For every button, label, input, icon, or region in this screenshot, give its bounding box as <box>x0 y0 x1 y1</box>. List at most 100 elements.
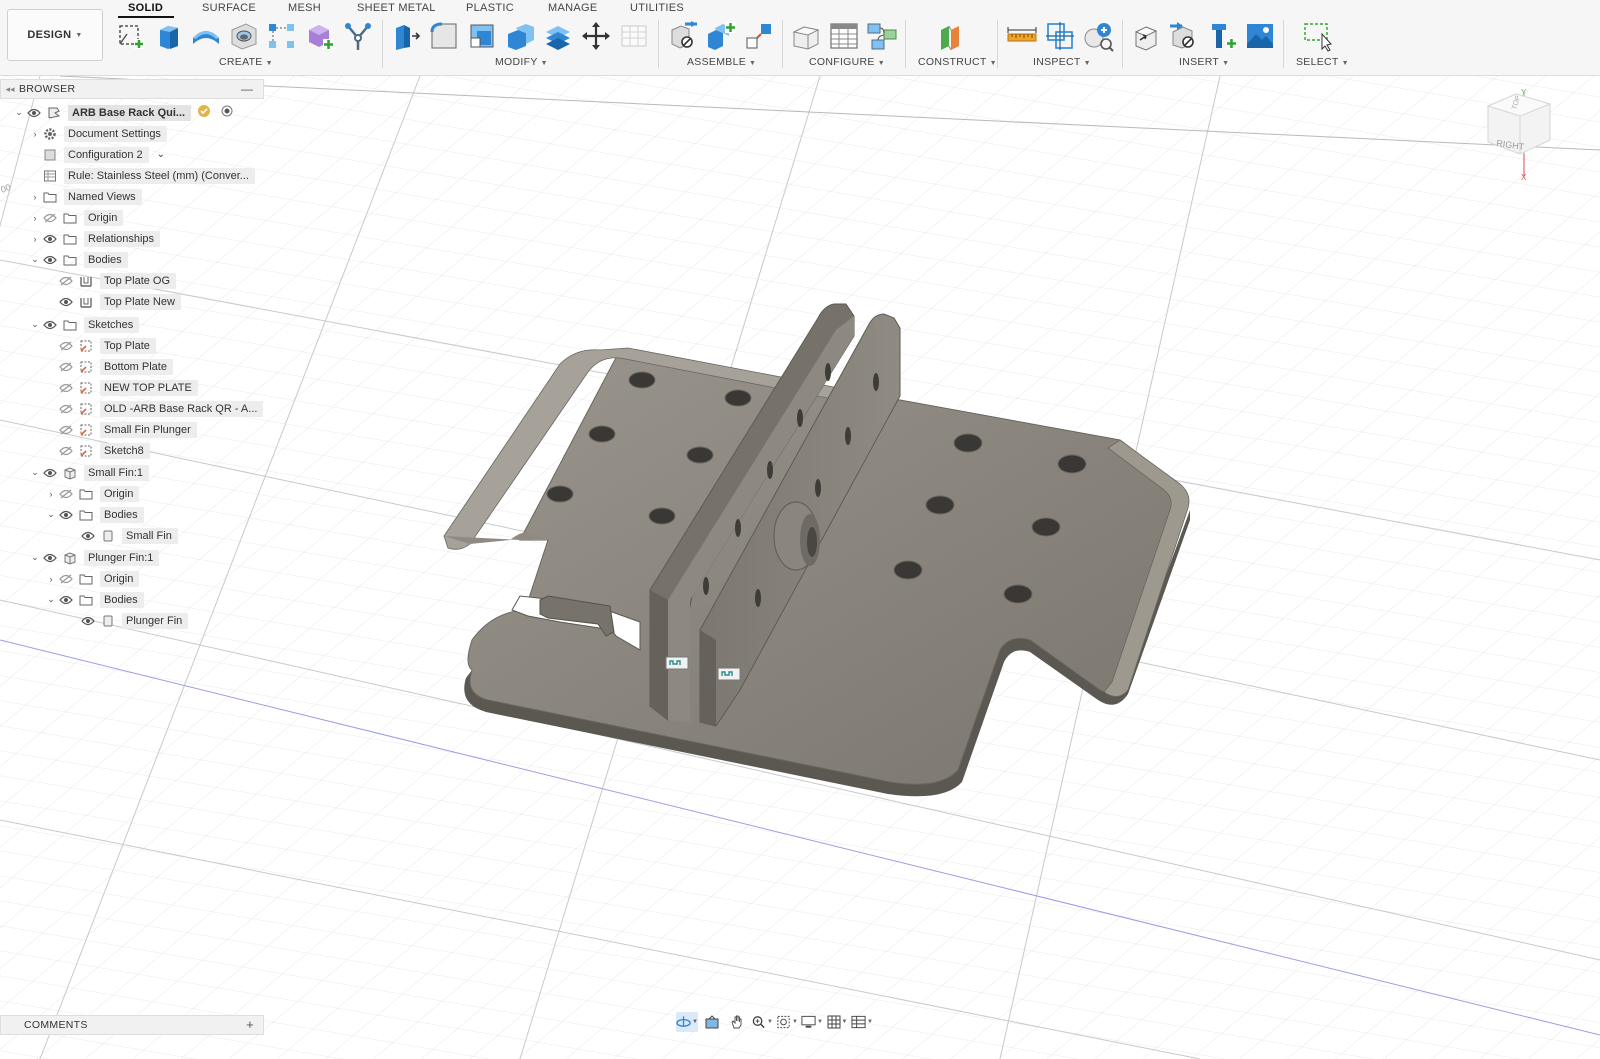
tree-sketch-top-plate[interactable]: Top Plate <box>58 336 156 355</box>
insert-canvas-icon[interactable] <box>1244 20 1276 52</box>
chevron-right-icon[interactable]: › <box>44 574 58 584</box>
chevron-down-icon[interactable]: ⌄ <box>28 467 42 478</box>
tree-sketch-old-arb[interactable]: OLD -ARB Base Rack QR - A... <box>58 399 264 418</box>
tree-plunger-fin-bodies[interactable]: ⌄ Bodies <box>44 590 144 609</box>
eye-icon[interactable] <box>42 318 58 332</box>
tree-body-plunger-fin[interactable]: Plunger Fin <box>80 611 189 630</box>
tab-surface[interactable]: SURFACE <box>202 2 256 14</box>
tree-relationships[interactable]: › Relationships <box>28 229 161 248</box>
new-component-icon[interactable] <box>705 20 737 52</box>
eye-icon[interactable] <box>58 508 74 522</box>
modify-group-label[interactable]: MODIFY ▼ <box>495 56 548 68</box>
create-sketch-icon[interactable] <box>115 20 147 52</box>
inspect-group-label[interactable]: INSPECT ▼ <box>1033 56 1091 68</box>
tree-sketch-small-fin-plunger[interactable]: Small Fin Plunger <box>58 420 197 439</box>
pattern-icon[interactable] <box>266 20 298 52</box>
tree-small-fin-bodies[interactable]: ⌄ Bodies <box>44 505 144 524</box>
tree-configuration[interactable]: Configuration 2 ⌄ <box>42 145 165 164</box>
tab-mesh[interactable]: MESH <box>288 2 321 14</box>
eye-icon[interactable] <box>80 614 96 628</box>
tree-named-views[interactable]: › Named Views <box>28 187 142 206</box>
tree-document-settings[interactable]: › Document Settings <box>28 124 167 143</box>
zoom-icon[interactable]: ▼ <box>751 1012 773 1032</box>
activate-badge-icon[interactable] <box>197 104 211 121</box>
joint-icon[interactable] <box>667 20 699 52</box>
eye-icon[interactable] <box>58 295 74 309</box>
configuration-rules-icon[interactable] <box>866 20 898 52</box>
measure-icon[interactable] <box>1006 20 1038 52</box>
display-settings-icon[interactable]: ▼ <box>801 1012 823 1032</box>
orbit-icon[interactable]: ▼ <box>676 1012 698 1032</box>
eye-hidden-icon[interactable] <box>42 211 58 225</box>
look-at-icon[interactable] <box>701 1012 723 1032</box>
eye-icon[interactable] <box>42 466 58 480</box>
eye-icon[interactable] <box>80 529 96 543</box>
tree-sketches[interactable]: ⌄ Sketches <box>28 315 140 334</box>
workspace-switcher[interactable]: DESIGN ▼ <box>7 9 103 61</box>
chevron-right-icon[interactable]: › <box>28 213 42 223</box>
move-icon[interactable] <box>580 20 612 52</box>
section-analysis-icon[interactable] <box>1082 20 1114 52</box>
hole-icon[interactable] <box>228 20 260 52</box>
configure-group-label[interactable]: CONFIGURE ▼ <box>809 56 885 68</box>
revolve-icon[interactable] <box>190 20 222 52</box>
configure-box-icon[interactable] <box>790 20 822 52</box>
chevron-down-icon[interactable]: ⌄ <box>157 149 165 160</box>
joint-glyph[interactable] <box>665 656 689 670</box>
derive-icon[interactable] <box>342 20 374 52</box>
extrude-icon[interactable] <box>152 20 184 52</box>
tree-component-small-fin[interactable]: ⌄ Small Fin:1 <box>28 463 150 482</box>
offset-plane-icon[interactable] <box>935 20 967 52</box>
minimize-icon[interactable]: — <box>241 82 253 96</box>
add-comment-icon[interactable]: + <box>246 1017 254 1032</box>
eye-hidden-icon[interactable] <box>58 381 74 395</box>
insert-derive-icon[interactable] <box>1130 20 1162 52</box>
tree-small-fin-origin[interactable]: › Origin <box>44 484 140 503</box>
eye-hidden-icon[interactable] <box>58 402 74 416</box>
chevron-right-icon[interactable]: › <box>28 129 42 139</box>
eye-hidden-icon[interactable] <box>58 360 74 374</box>
eye-hidden-icon[interactable] <box>58 423 74 437</box>
eye-icon[interactable] <box>42 232 58 246</box>
tree-sketch-new-top-plate[interactable]: NEW TOP PLATE <box>58 378 198 397</box>
chevron-right-icon[interactable]: › <box>28 192 42 202</box>
insert-mesh-icon[interactable] <box>1206 20 1238 52</box>
shell-icon[interactable] <box>466 20 498 52</box>
construct-group-label[interactable]: CONSTRUCT ▼ <box>918 56 997 68</box>
combine-icon[interactable] <box>504 20 536 52</box>
tree-body-top-plate-new[interactable]: Top Plate New <box>58 292 181 311</box>
fillet-icon[interactable] <box>428 20 460 52</box>
select-icon[interactable] <box>1302 20 1334 52</box>
eye-icon[interactable] <box>42 551 58 565</box>
browser-root[interactable]: ⌄ ARB Base Rack Qui... <box>12 103 233 122</box>
configuration-select[interactable]: Configuration 2 <box>64 146 149 163</box>
chevron-down-icon[interactable]: ⌄ <box>44 509 58 520</box>
create-group-label[interactable]: CREATE ▼ <box>219 56 273 68</box>
insert-mcmaster-icon[interactable] <box>1168 20 1200 52</box>
replace-face-icon[interactable] <box>542 20 574 52</box>
change-parameters-icon[interactable] <box>618 20 650 52</box>
eye-hidden-icon[interactable] <box>58 444 74 458</box>
eye-hidden-icon[interactable] <box>58 487 74 501</box>
press-pull-icon[interactable] <box>390 20 422 52</box>
eye-icon[interactable] <box>26 106 42 120</box>
chevron-down-icon[interactable]: ⌄ <box>28 319 42 330</box>
chevron-down-icon[interactable]: ⌄ <box>44 594 58 605</box>
tree-component-plunger-fin[interactable]: ⌄ Plunger Fin:1 <box>28 548 160 567</box>
pan-icon[interactable] <box>726 1012 748 1032</box>
tree-bodies[interactable]: ⌄ Bodies <box>28 250 128 269</box>
chevron-down-icon[interactable]: ⌄ <box>12 107 26 118</box>
tree-rule[interactable]: Rule: Stainless Steel (mm) (Conver... <box>42 166 255 185</box>
eye-hidden-icon[interactable] <box>58 274 74 288</box>
tree-plunger-fin-origin[interactable]: › Origin <box>44 569 140 588</box>
eye-icon[interactable] <box>42 253 58 267</box>
configuration-table-icon[interactable] <box>828 20 860 52</box>
viewports-icon[interactable]: ▼ <box>851 1012 873 1032</box>
joint-glyph[interactable] <box>717 667 741 681</box>
tab-utilities[interactable]: UTILITIES <box>630 2 684 14</box>
eye-hidden-icon[interactable] <box>58 339 74 353</box>
interference-icon[interactable] <box>1044 20 1076 52</box>
select-group-label[interactable]: SELECT ▼ <box>1296 56 1349 68</box>
radio-active-icon[interactable] <box>221 105 233 120</box>
rigid-group-icon[interactable] <box>743 20 775 52</box>
